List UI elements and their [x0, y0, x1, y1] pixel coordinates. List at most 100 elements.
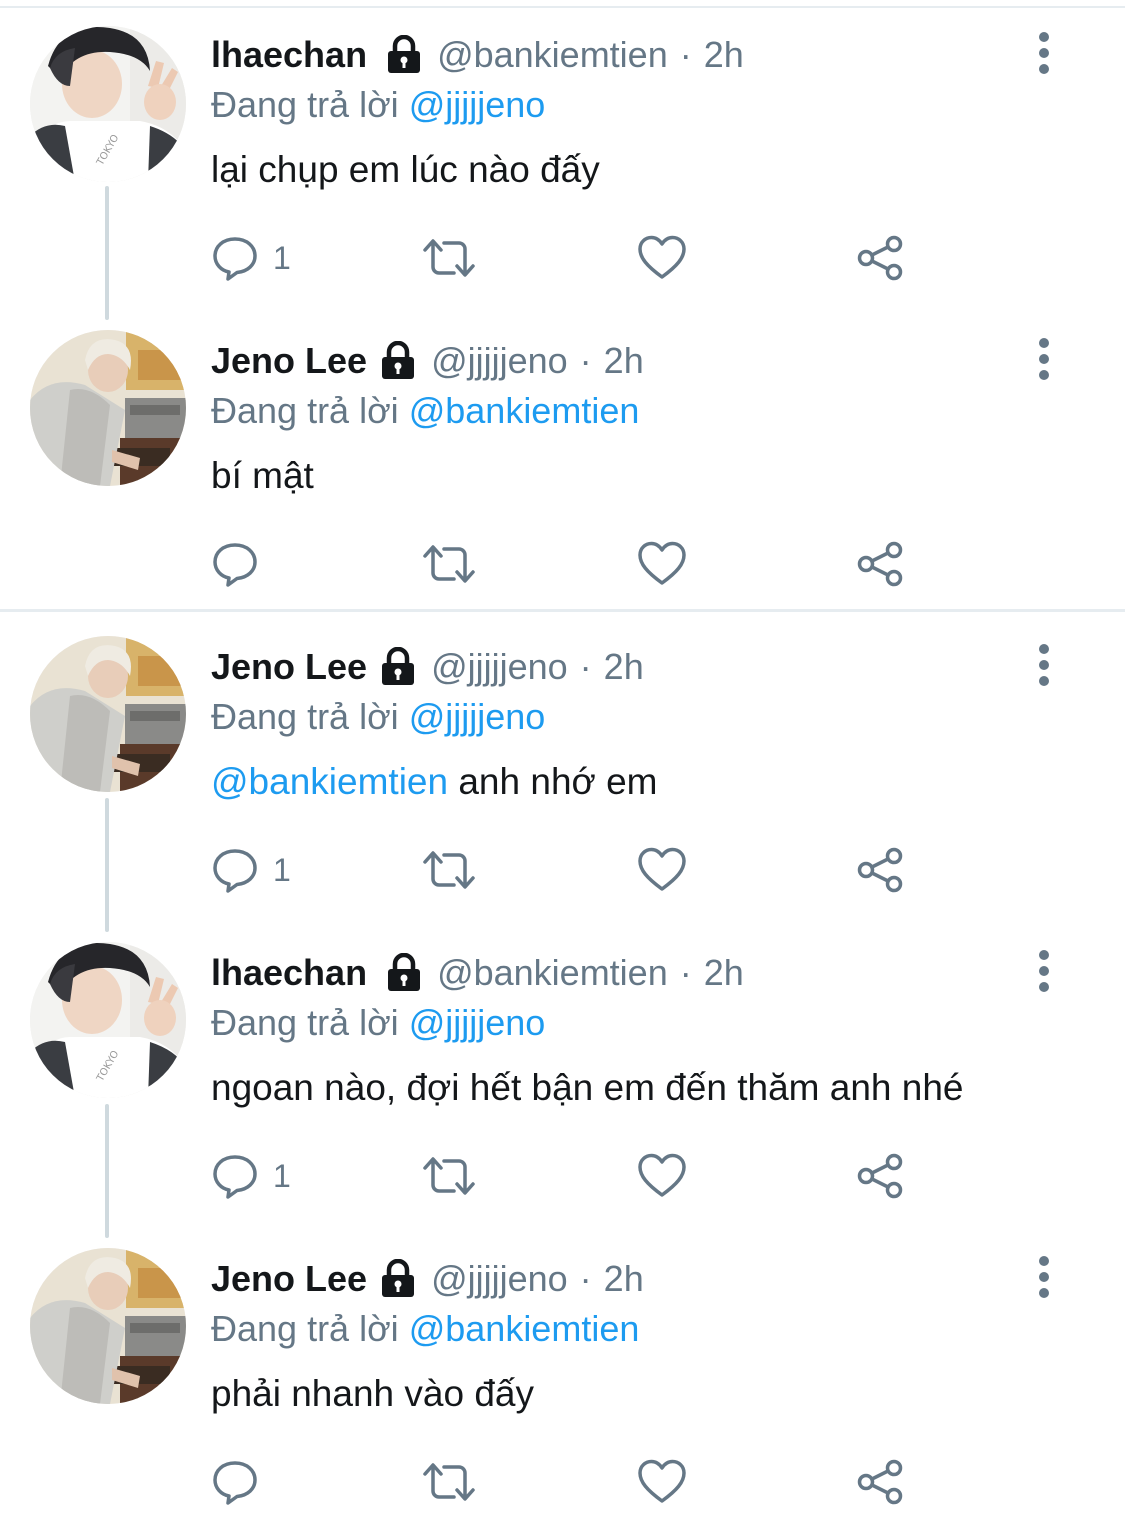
retweet-icon [423, 851, 475, 889]
reply-button[interactable]: 1 [211, 840, 291, 900]
replying-to-mention[interactable]: @jjjjjeno [409, 1002, 546, 1043]
action-bar: 1 [211, 840, 931, 900]
tweet-4[interactable]: Jeno Lee @jjjjjeno · 2h Đang trả lời @ba… [0, 1232, 1125, 1538]
tweet-text: lại chụp em lúc nào đấy [211, 144, 600, 196]
replying-to-mention[interactable]: @bankiemtien [409, 1308, 640, 1349]
replying-to-label: Đang trả lời [211, 1002, 399, 1043]
tweet-text: @bankiemtien anh nhớ em [211, 756, 657, 808]
timestamp[interactable]: 2h [604, 334, 644, 388]
text-body: lại chụp em lúc nào đấy [211, 149, 600, 190]
handle[interactable]: @jjjjjeno [431, 1252, 568, 1306]
reply-icon [213, 1155, 257, 1199]
more-icon[interactable] [1024, 1254, 1064, 1300]
handle[interactable]: @bankiemtien [437, 946, 668, 1000]
like-button[interactable] [637, 228, 687, 288]
reply-icon [213, 237, 257, 281]
replying-to-label: Đang trả lời [211, 696, 399, 737]
replying-to-mention[interactable]: @jjjjjeno [409, 84, 546, 125]
text-body: anh nhớ em [448, 761, 658, 802]
tweet-header: lhaechan @bankiemtien · 2h [211, 946, 744, 1000]
lock-icon [388, 953, 421, 991]
action-bar [211, 1452, 931, 1512]
more-icon[interactable] [1024, 948, 1064, 994]
share-icon [857, 1459, 903, 1505]
avatar[interactable] [30, 636, 186, 792]
reply-button[interactable]: 1 [211, 1146, 291, 1206]
replying-to-label: Đang trả lời [211, 390, 399, 431]
retweet-button[interactable] [421, 228, 477, 288]
replying-to: Đang trả lời @jjjjjeno [211, 80, 545, 130]
retweet-button[interactable] [421, 1452, 477, 1512]
display-name[interactable]: Jeno Lee [211, 334, 367, 388]
reply-count: 1 [273, 240, 291, 276]
display-name[interactable]: lhaechan [211, 946, 367, 1000]
share-button[interactable] [855, 1146, 905, 1206]
reply-count: 1 [273, 1158, 291, 1194]
handle[interactable]: @jjjjjeno [431, 334, 568, 388]
tweet-text: bí mật [211, 450, 314, 502]
avatar[interactable] [30, 1248, 186, 1404]
tweet-text: ngoan nào, đợi hết bận em đến thăm anh n… [211, 1062, 964, 1114]
text-body: ngoan nào, đợi hết bận em đến thăm anh n… [211, 1067, 964, 1108]
reply-button[interactable] [211, 1452, 273, 1512]
retweet-icon [423, 1157, 475, 1195]
separator-dot: · [579, 340, 592, 381]
replying-to-label: Đang trả lời [211, 84, 399, 125]
like-button[interactable] [637, 1452, 687, 1512]
tweet-3[interactable]: lhaechan @bankiemtien · 2h Đang trả lời … [0, 926, 1125, 1232]
separator-dot: · [679, 34, 692, 75]
like-button[interactable] [637, 1146, 687, 1206]
timestamp[interactable]: 2h [604, 1252, 644, 1306]
share-button[interactable] [855, 840, 905, 900]
like-button[interactable] [637, 534, 687, 594]
more-icon[interactable] [1024, 30, 1064, 76]
reply-button[interactable]: 1 [211, 228, 291, 288]
replying-to-mention[interactable]: @jjjjjeno [409, 696, 546, 737]
replying-to: Đang trả lời @jjjjjeno [211, 692, 545, 742]
display-name[interactable]: Jeno Lee [211, 1252, 367, 1306]
like-icon [638, 1459, 686, 1503]
tweet-text: phải nhanh vào đấy [211, 1368, 534, 1420]
lock-icon [382, 1259, 415, 1297]
share-button[interactable] [855, 534, 905, 594]
like-icon [638, 235, 686, 279]
share-icon [857, 1153, 903, 1199]
timestamp[interactable]: 2h [704, 946, 744, 1000]
action-bar: 1 [211, 228, 931, 288]
replying-to: Đang trả lời @jjjjjeno [211, 998, 545, 1048]
reply-button[interactable] [211, 534, 273, 594]
separator-dot: · [679, 952, 692, 993]
like-icon [638, 541, 686, 585]
like-button[interactable] [637, 840, 687, 900]
retweet-icon [423, 1463, 475, 1501]
handle[interactable]: @bankiemtien [437, 28, 668, 82]
timestamp[interactable]: 2h [704, 28, 744, 82]
more-icon[interactable] [1024, 336, 1064, 382]
more-icon[interactable] [1024, 642, 1064, 688]
timestamp[interactable]: 2h [604, 640, 644, 694]
retweet-button[interactable] [421, 840, 477, 900]
text-body: phải nhanh vào đấy [211, 1373, 534, 1414]
tweet-header: Jeno Lee @jjjjjeno · 2h [211, 640, 644, 694]
display-name[interactable]: Jeno Lee [211, 640, 367, 694]
display-name[interactable]: lhaechan [211, 28, 367, 82]
retweet-button[interactable] [421, 534, 477, 594]
tweet-1[interactable]: Jeno Lee @jjjjjeno · 2h Đang trả lời @ba… [0, 314, 1125, 620]
avatar[interactable] [30, 330, 186, 486]
replying-to-label: Đang trả lời [211, 1308, 399, 1349]
share-button[interactable] [855, 228, 905, 288]
reply-count: 1 [273, 852, 291, 888]
replying-to-mention[interactable]: @bankiemtien [409, 390, 640, 431]
lock-icon [382, 341, 415, 379]
retweet-button[interactable] [421, 1146, 477, 1206]
tweet-header: lhaechan @bankiemtien · 2h [211, 28, 744, 82]
tweet-2[interactable]: Jeno Lee @jjjjjeno · 2h Đang trả lời @jj… [0, 620, 1125, 926]
avatar[interactable] [30, 26, 186, 182]
share-button[interactable] [855, 1452, 905, 1512]
avatar[interactable] [30, 942, 186, 1098]
tweet-0[interactable]: lhaechan @bankiemtien · 2h Đang trả lời … [0, 8, 1125, 314]
handle[interactable]: @jjjjjeno [431, 640, 568, 694]
text-mention[interactable]: @bankiemtien [211, 761, 448, 802]
action-bar: 1 [211, 1146, 931, 1206]
separator-dot: · [579, 646, 592, 687]
